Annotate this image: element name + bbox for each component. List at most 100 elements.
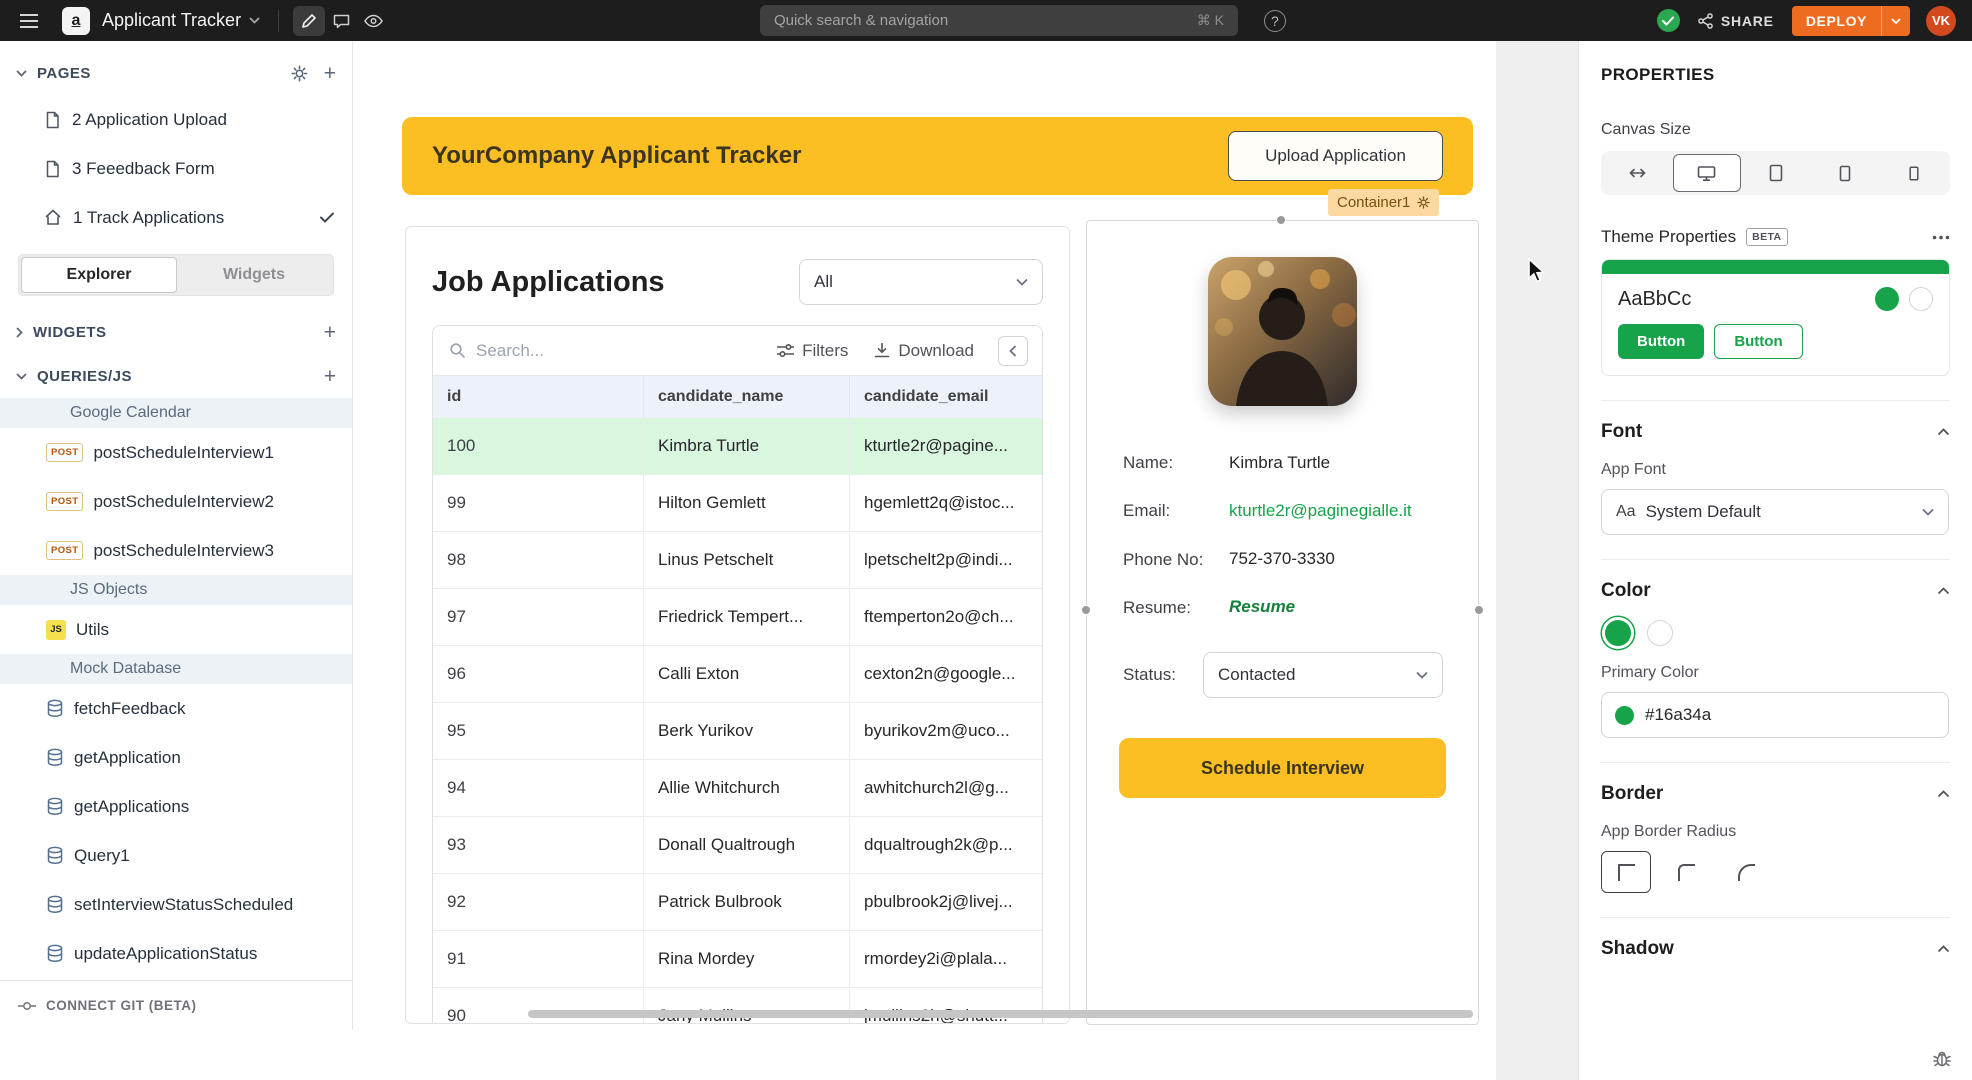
status-select[interactable]: Contacted bbox=[1203, 652, 1443, 698]
column-header[interactable]: id bbox=[433, 376, 644, 418]
query-item[interactable]: POST postScheduleInterview1 bbox=[0, 428, 352, 477]
share-button[interactable]: SHARE bbox=[1698, 13, 1774, 29]
font-section-header[interactable]: Font bbox=[1601, 421, 1950, 443]
resume-link[interactable]: Resume bbox=[1229, 597, 1442, 617]
theme-more-options-icon[interactable] bbox=[1932, 235, 1950, 240]
menu-icon[interactable] bbox=[14, 8, 44, 34]
share-icon bbox=[1698, 13, 1713, 29]
query-item[interactable]: fetchFeedback bbox=[0, 684, 352, 733]
edit-pencil-icon[interactable] bbox=[293, 6, 325, 36]
add-widget-button[interactable]: + bbox=[324, 322, 336, 343]
query-item[interactable]: POST postScheduleInterview2 bbox=[0, 477, 352, 526]
schedule-interview-button[interactable]: Schedule Interview bbox=[1119, 738, 1446, 798]
radius-sharp-button[interactable] bbox=[1601, 851, 1651, 893]
primary-color-swatch[interactable] bbox=[1605, 620, 1631, 646]
toolbar-divider bbox=[278, 10, 279, 32]
deploy-button[interactable]: DEPLOY bbox=[1792, 6, 1910, 36]
page-item[interactable]: 3 Feeedback Form bbox=[0, 144, 352, 193]
font-section: Font App Font Aa System Default bbox=[1601, 400, 1950, 535]
radius-medium-button[interactable] bbox=[1661, 851, 1711, 893]
connect-git-button[interactable]: CONNECT GIT (BETA) bbox=[0, 980, 353, 1030]
color-section-header[interactable]: Color bbox=[1601, 580, 1950, 602]
desktop-size-button[interactable] bbox=[1673, 154, 1742, 192]
app-title-menu[interactable]: Applicant Tracker bbox=[102, 10, 260, 31]
radius-round-button[interactable] bbox=[1721, 851, 1771, 893]
tablet-size-button[interactable] bbox=[1743, 154, 1810, 192]
queries-section-header[interactable]: QUERIES/JS + bbox=[0, 354, 352, 398]
user-avatar[interactable]: VK bbox=[1926, 6, 1956, 36]
mobile-large-size-button[interactable] bbox=[1812, 154, 1879, 192]
quick-search-input[interactable]: Quick search & navigation ⌘ K bbox=[760, 5, 1238, 36]
page-item[interactable]: 1 Track Applications bbox=[0, 193, 352, 242]
cell-candidate-name: Donall Qualtrough bbox=[644, 817, 850, 873]
column-header[interactable]: candidate_email bbox=[850, 376, 1042, 418]
fluid-width-button[interactable] bbox=[1604, 154, 1671, 192]
tab-explorer[interactable]: Explorer bbox=[21, 257, 177, 293]
table-search-input[interactable] bbox=[476, 341, 751, 361]
status-filter-select[interactable]: All bbox=[799, 259, 1043, 305]
cell-candidate-email: byurikov2m@uco... bbox=[850, 703, 1042, 759]
cell-id: 93 bbox=[433, 817, 644, 873]
table-row[interactable]: 96 Calli Exton cexton2n@google... bbox=[433, 646, 1042, 703]
theme-primary-swatch[interactable] bbox=[1875, 287, 1899, 311]
cell-candidate-email: cexton2n@google... bbox=[850, 646, 1042, 702]
explorer-widgets-tabs: Explorer Widgets bbox=[18, 254, 334, 296]
table-row[interactable]: 99 Hilton Gemlett hgemlett2q@istoc... bbox=[433, 475, 1042, 532]
deploy-options-caret[interactable] bbox=[1881, 6, 1910, 36]
table-row[interactable]: 90 Jany Mullins jmullins2h@shutt... bbox=[433, 988, 1042, 1024]
container1-widget[interactable]: Name: Kimbra Turtle Email: kturtle2r@pag… bbox=[1086, 220, 1479, 1025]
background-color-swatch[interactable] bbox=[1647, 620, 1673, 646]
theme-background-swatch[interactable] bbox=[1909, 287, 1933, 311]
primary-color-input[interactable]: #16a34a bbox=[1601, 692, 1949, 738]
collapse-pagination-button[interactable] bbox=[998, 336, 1028, 366]
mobile-size-button[interactable] bbox=[1880, 154, 1947, 192]
debug-bug-icon[interactable] bbox=[1932, 1048, 1952, 1068]
query-item[interactable]: updateApplicationStatus bbox=[0, 929, 352, 978]
upload-application-button[interactable]: Upload Application bbox=[1228, 131, 1443, 181]
tab-widgets[interactable]: Widgets bbox=[177, 257, 331, 293]
theme-accent-bar bbox=[1602, 260, 1949, 274]
table-row[interactable]: 95 Berk Yurikov byurikov2m@uco... bbox=[433, 703, 1042, 760]
border-section-header[interactable]: Border bbox=[1601, 783, 1950, 805]
saved-status-check-icon bbox=[1657, 9, 1680, 32]
app-font-select[interactable]: Aa System Default bbox=[1601, 489, 1949, 535]
widgets-section-header[interactable]: WIDGETS + bbox=[0, 310, 352, 354]
table-row[interactable]: 91 Rina Mordey rmordey2i@plala... bbox=[433, 931, 1042, 988]
add-query-plus-button[interactable]: + bbox=[324, 366, 336, 387]
filters-button[interactable]: Filters bbox=[777, 341, 848, 361]
table-row[interactable]: 93 Donall Qualtrough dqualtrough2k@p... bbox=[433, 817, 1042, 874]
resize-handle-left[interactable] bbox=[1081, 605, 1091, 615]
column-header[interactable]: candidate_name bbox=[644, 376, 850, 418]
comment-icon[interactable] bbox=[325, 6, 357, 36]
resize-handle-right[interactable] bbox=[1474, 605, 1484, 615]
add-page-button[interactable]: + bbox=[324, 63, 336, 84]
shadow-section-header[interactable]: Shadow bbox=[1601, 938, 1950, 960]
query-item[interactable]: POST postScheduleInterview3 bbox=[0, 526, 352, 575]
page-item[interactable]: 2 Application Upload bbox=[0, 95, 352, 144]
resize-handle-top[interactable] bbox=[1276, 215, 1286, 225]
query-item[interactable]: getApplication bbox=[0, 733, 352, 782]
help-icon[interactable]: ? bbox=[1264, 10, 1286, 32]
candidate-photo bbox=[1208, 257, 1357, 406]
pages-settings-gear-icon[interactable] bbox=[291, 65, 308, 82]
preview-eye-icon[interactable] bbox=[357, 6, 389, 36]
table-row[interactable]: 92 Patrick Bulbrook pbulbrook2j@livej... bbox=[433, 874, 1042, 931]
cell-candidate-name: Patrick Bulbrook bbox=[644, 874, 850, 930]
table-row[interactable]: 97 Friedrick Tempert... ftemperton2o@ch.… bbox=[433, 589, 1042, 646]
query-item[interactable]: Query1 bbox=[0, 831, 352, 880]
query-item[interactable]: getApplications bbox=[0, 782, 352, 831]
widget-settings-gear-icon[interactable] bbox=[1417, 196, 1430, 209]
horizontal-scrollbar[interactable] bbox=[528, 1010, 1473, 1018]
selected-widget-name-tag[interactable]: Container1 bbox=[1328, 189, 1439, 216]
table-row[interactable]: 94 Allie Whitchurch awhitchurch2l@g... bbox=[433, 760, 1042, 817]
email-link[interactable]: kturtle2r@paginegialle.it bbox=[1229, 501, 1442, 521]
panel-title: Job Applications bbox=[432, 266, 665, 299]
table-row[interactable]: 98 Linus Petschelt lpetschelt2p@indi... bbox=[433, 532, 1042, 589]
pages-section-header[interactable]: PAGES + bbox=[0, 51, 352, 95]
query-item[interactable]: JS Utils bbox=[0, 605, 352, 654]
download-button[interactable]: Download bbox=[874, 341, 974, 361]
name-value: Kimbra Turtle bbox=[1229, 453, 1442, 473]
query-item[interactable]: setInterviewStatusScheduled bbox=[0, 880, 352, 929]
query-item-label: postScheduleInterview2 bbox=[93, 492, 274, 512]
table-row[interactable]: 100 Kimbra Turtle kturtle2r@pagine... bbox=[433, 418, 1042, 475]
